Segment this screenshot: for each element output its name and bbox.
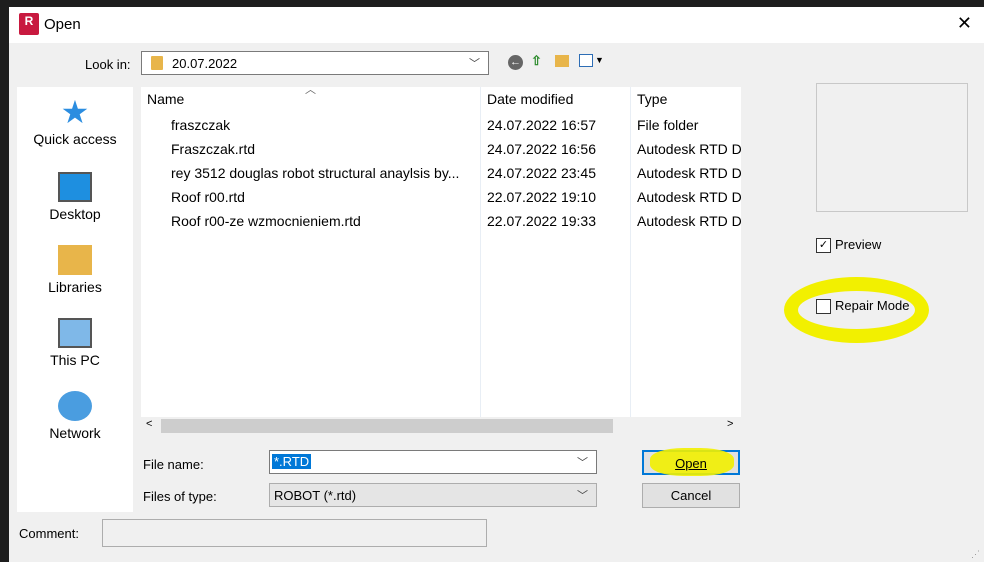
back-icon[interactable]: ←: [508, 55, 523, 70]
place-label: Quick access: [33, 131, 117, 147]
place-label: Libraries: [48, 279, 102, 295]
file-type: File folder: [637, 117, 699, 133]
new-folder-icon[interactable]: [555, 55, 569, 67]
file-type-value: ROBOT (*.rtd): [274, 488, 357, 503]
look-in-combo[interactable]: 20.07.2022 ﹀: [141, 51, 489, 75]
chevron-down-icon: ﹀: [577, 490, 588, 502]
place-libraries[interactable]: Libraries: [17, 245, 133, 295]
preview-checkbox[interactable]: ✓ Preview: [816, 237, 882, 254]
file-date: 24.07.2022 16:57: [487, 117, 596, 133]
scroll-left-icon[interactable]: <: [146, 418, 152, 430]
up-folder-icon[interactable]: ⇧: [531, 53, 542, 69]
chevron-down-icon: ﹀: [577, 457, 588, 469]
check-icon: ✓: [816, 238, 831, 254]
file-row[interactable]: RRoof r00-ze wzmocnieniem.rtd22.07.2022 …: [141, 209, 741, 233]
dialog-title: Open: [44, 16, 81, 33]
file-list: ︿ Name Date modified Type fraszczak 24.07…: [141, 84, 741, 435]
repair-mode-checkbox[interactable]: Repair Mode: [816, 298, 910, 315]
view-menu-icon[interactable]: [579, 54, 593, 67]
resize-grip-icon[interactable]: ⋰: [971, 549, 980, 560]
place-label: Network: [49, 425, 101, 441]
file-name-value: *.RTD: [272, 454, 312, 469]
title-bar: R Open ✕: [9, 7, 984, 43]
file-row[interactable]: RRoof r00.rtd22.07.2022 19:10Autodesk RT…: [141, 185, 741, 209]
file-row[interactable]: fraszczak 24.07.2022 16:57 File folder: [141, 113, 741, 137]
network-icon: [58, 391, 92, 421]
caret-down-icon[interactable]: ▼: [595, 55, 604, 65]
file-name: fraszczak: [171, 117, 231, 133]
place-label: This PC: [50, 352, 100, 368]
folder-icon: [151, 56, 163, 70]
desktop-icon: [58, 172, 92, 202]
star-icon: ★: [60, 94, 90, 130]
repair-mode-label: Repair Mode: [835, 298, 910, 313]
file-date: 24.07.2022 16:56: [487, 141, 596, 157]
place-this-pc[interactable]: This PC: [17, 318, 133, 368]
file-type: Autodesk RTD D: [637, 213, 741, 229]
place-desktop[interactable]: Desktop: [17, 172, 133, 222]
close-icon[interactable]: ✕: [957, 13, 972, 34]
app-icon: R: [19, 13, 39, 35]
file-type: Autodesk RTD D: [637, 141, 741, 157]
file-name: Fraszczak.rtd: [171, 141, 256, 157]
file-name: rey 3512 douglas robot structural anayls…: [171, 165, 460, 181]
file-type: Autodesk RTD D: [637, 165, 741, 181]
column-date[interactable]: Date modified: [487, 91, 573, 107]
file-name: Roof r00-ze wzmocnieniem.rtd: [171, 213, 361, 229]
file-row[interactable]: RFraszczak.rtd24.07.2022 16:56Autodesk R…: [141, 137, 741, 161]
file-name-label: File name:: [143, 457, 204, 472]
comment-field[interactable]: [102, 519, 487, 547]
file-date: 22.07.2022 19:33: [487, 213, 596, 229]
preview-pane: [816, 83, 968, 212]
file-name-input[interactable]: *.RTD ﹀: [269, 450, 597, 474]
look-in-label: Look in:: [85, 57, 131, 72]
open-button[interactable]: Open: [642, 448, 740, 476]
libraries-icon: [58, 245, 92, 275]
open-dialog: R Open ✕ Look in: 20.07.2022 ﹀ ← ⇧ ▼ ★ Qu…: [9, 7, 984, 562]
file-date: 22.07.2022 19:10: [487, 189, 596, 205]
place-network[interactable]: Network: [17, 391, 133, 441]
chevron-down-icon: ﹀: [469, 58, 480, 70]
comment-label: Comment:: [19, 526, 79, 541]
sort-ascending-icon: ︿: [305, 84, 316, 96]
file-type-label: Files of type:: [143, 489, 217, 504]
preview-label: Preview: [835, 237, 882, 252]
cancel-button[interactable]: Cancel: [642, 483, 740, 508]
file-row[interactable]: Rrey 3512 douglas robot structural anayl…: [141, 161, 741, 185]
computer-icon: [58, 318, 92, 348]
places-bar: ★ Quick access Desktop Libraries This PC …: [17, 87, 133, 512]
scroll-right-icon[interactable]: >: [727, 418, 733, 430]
horizontal-scrollbar[interactable]: < >: [141, 417, 741, 435]
look-in-value: 20.07.2022: [172, 56, 238, 71]
file-name: Roof r00.rtd: [171, 189, 245, 205]
place-label: Desktop: [49, 206, 101, 222]
column-name[interactable]: Name: [147, 91, 184, 107]
scrollbar-thumb[interactable]: [161, 419, 613, 433]
checkbox-box: [816, 299, 831, 315]
file-date: 24.07.2022 23:45: [487, 165, 596, 181]
column-type[interactable]: Type: [637, 91, 667, 107]
file-type-select[interactable]: ROBOT (*.rtd) ﹀: [269, 483, 597, 507]
place-quick-access[interactable]: ★ Quick access: [17, 94, 133, 147]
open-label: Open: [675, 456, 707, 471]
file-type: Autodesk RTD D: [637, 189, 741, 205]
